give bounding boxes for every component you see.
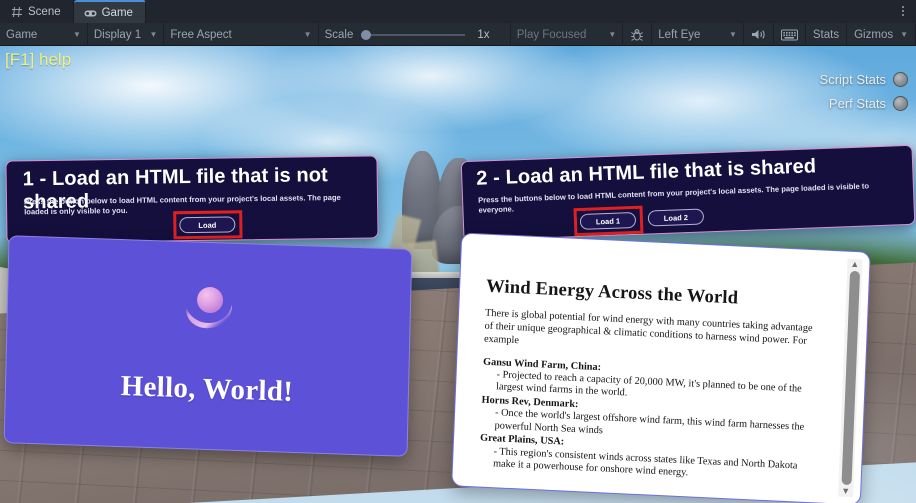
- wind-energy-document-body: Wind Energy Across the World There is gl…: [479, 277, 816, 487]
- perf-stats-label: Perf Stats: [828, 96, 886, 111]
- speaker-icon[interactable]: [744, 23, 774, 46]
- panel-2-load-2-button[interactable]: Load 2: [647, 208, 705, 227]
- hello-world-web-panel[interactable]: Hello, World!: [3, 235, 413, 457]
- stats-label: Stats: [812, 28, 840, 41]
- script-stats-knob[interactable]: [893, 72, 908, 87]
- game-view-viewport[interactable]: [F1] help Script Stats Perf Stats 1 - Lo…: [0, 46, 916, 503]
- display-value: Display 1: [93, 28, 142, 41]
- scale-value: 1x: [477, 28, 490, 41]
- stats-button[interactable]: Stats: [806, 23, 848, 46]
- scale-slider[interactable]: [353, 29, 466, 40]
- scale-slider-group[interactable]: Scale 1x: [319, 23, 511, 46]
- document-scrollbar[interactable]: ▲ ▼: [838, 258, 863, 498]
- scale-slider-track[interactable]: [361, 29, 466, 40]
- wind-energy-heading: Wind Energy Across the World: [485, 276, 739, 309]
- eye-value: Left Eye: [658, 28, 701, 41]
- window-more-options-button[interactable]: [895, 2, 911, 20]
- chevron-down-icon: [900, 31, 908, 39]
- bug-icon[interactable]: [623, 23, 653, 46]
- scroll-up-arrow-icon[interactable]: ▲: [850, 259, 859, 270]
- gizmos-dropdown[interactable]: Gizmos: [847, 23, 916, 46]
- aspect-dropdown[interactable]: Free Aspect: [164, 23, 319, 46]
- chevron-down-icon: [149, 31, 157, 39]
- play-mode-value: Play Focused: [516, 28, 587, 41]
- editor-tabstrip: Scene Game: [0, 0, 916, 23]
- keyboard-icon[interactable]: [774, 23, 806, 46]
- scroll-down-arrow-icon[interactable]: ▼: [841, 486, 850, 497]
- scale-slider-handle[interactable]: [361, 29, 372, 40]
- panel-1-header: 1 - Load an HTML file that is not shared…: [5, 155, 379, 244]
- panel-2-load-1-button-selection-highlight: [573, 205, 644, 237]
- panel-2-header: 2 - Load an HTML file that is shared Pre…: [460, 144, 916, 242]
- display-dropdown[interactable]: Display 1: [88, 23, 165, 46]
- game-view-toolbar: Game Display 1 Free Aspect Scale 1x Play…: [0, 23, 916, 46]
- hello-world-heading: Hello, World!: [120, 370, 294, 408]
- tab-scene-label: Scene: [28, 5, 61, 18]
- aspect-value: Free Aspect: [170, 28, 232, 41]
- scale-label: Scale: [324, 28, 354, 41]
- wind-energy-intro: There is global potential for wind energ…: [483, 307, 813, 347]
- chevron-down-icon: [608, 31, 616, 39]
- target-display-dropdown[interactable]: Game: [0, 23, 88, 46]
- chevron-down-icon: [729, 31, 737, 39]
- sphere-swoosh-logo-icon: [179, 281, 240, 335]
- perf-stats-toggle[interactable]: Perf Stats: [829, 96, 908, 111]
- target-display-value: Game: [6, 28, 38, 41]
- tab-scene[interactable]: Scene: [0, 0, 74, 23]
- unity-editor-window: Scene Game Game Display 1 Free: [0, 0, 916, 503]
- perf-stats-knob[interactable]: [893, 96, 908, 111]
- eye-dropdown[interactable]: Left Eye: [652, 23, 744, 46]
- grid-icon: [10, 5, 23, 18]
- panel-1-load-button-selection-highlight: [173, 210, 243, 240]
- scrollbar-thumb[interactable]: [841, 270, 860, 486]
- gamepad-icon: [84, 7, 97, 20]
- gizmos-label: Gizmos: [854, 28, 894, 41]
- wind-energy-web-panel[interactable]: Wind Energy Across the World There is gl…: [451, 232, 871, 503]
- tab-game-label: Game: [101, 7, 133, 19]
- play-mode-dropdown[interactable]: Play Focused: [511, 23, 624, 46]
- help-hint-text: [F1] help: [5, 50, 72, 69]
- tab-game[interactable]: Game: [73, 0, 146, 23]
- script-stats-label: Script Stats: [819, 72, 886, 87]
- chevron-down-icon: [73, 31, 81, 39]
- chevron-down-icon: [304, 31, 312, 39]
- script-stats-toggle[interactable]: Script Stats: [820, 72, 908, 87]
